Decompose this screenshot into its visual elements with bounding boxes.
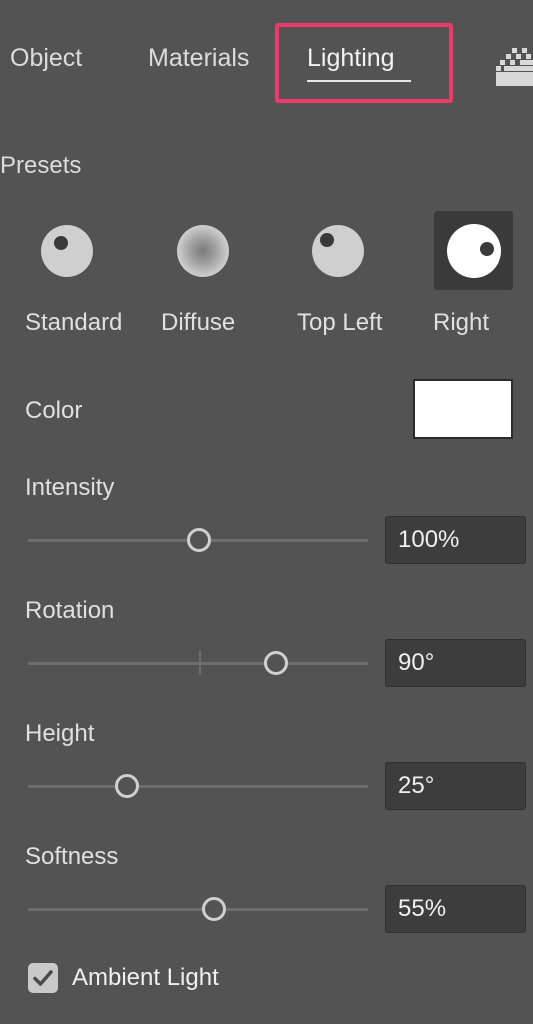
height-value-field[interactable]: [385, 762, 526, 810]
rotation-center-tick: [199, 651, 201, 675]
preset-label-top-left: Top Left: [297, 309, 383, 336]
softness-slider-thumb[interactable]: [202, 897, 226, 921]
softness-label: Softness: [25, 843, 119, 870]
color-label: Color: [25, 397, 83, 424]
color-swatch[interactable]: [413, 379, 513, 439]
preset-label-standard: Standard: [25, 309, 123, 336]
rotation-slider-thumb[interactable]: [264, 651, 288, 675]
softness-value-field[interactable]: [385, 885, 526, 933]
ambient-light-label: Ambient Light: [72, 964, 219, 991]
lighting-panel: Object Materials Lighting Presets Standa…: [0, 0, 533, 1024]
height-slider-thumb[interactable]: [115, 774, 139, 798]
ambient-light-checkbox[interactable]: [28, 963, 58, 993]
standard-light-icon[interactable]: [28, 212, 106, 290]
tab-materials[interactable]: Materials: [148, 44, 249, 73]
presets-label: Presets: [0, 152, 82, 179]
checker-grid-icon[interactable]: [496, 46, 533, 86]
intensity-slider-thumb[interactable]: [187, 528, 211, 552]
right-light-icon[interactable]: [435, 212, 513, 290]
rotation-label: Rotation: [25, 597, 115, 624]
rotation-value-field[interactable]: [385, 639, 526, 687]
highlight-annotation-box: [275, 23, 453, 103]
rotation-slider-track[interactable]: [28, 662, 368, 665]
diffuse-light-icon[interactable]: [164, 212, 242, 290]
tab-object[interactable]: Object: [10, 44, 82, 73]
height-slider-track[interactable]: [28, 785, 368, 788]
preset-label-diffuse: Diffuse: [161, 309, 236, 336]
top-left-light-icon[interactable]: [299, 212, 377, 290]
intensity-value-field[interactable]: [385, 516, 526, 564]
preset-label-right: Right: [433, 309, 490, 336]
softness-slider-track[interactable]: [28, 908, 368, 911]
intensity-label: Intensity: [25, 474, 115, 501]
height-label: Height: [25, 720, 95, 747]
checkmark-icon: [33, 970, 53, 986]
